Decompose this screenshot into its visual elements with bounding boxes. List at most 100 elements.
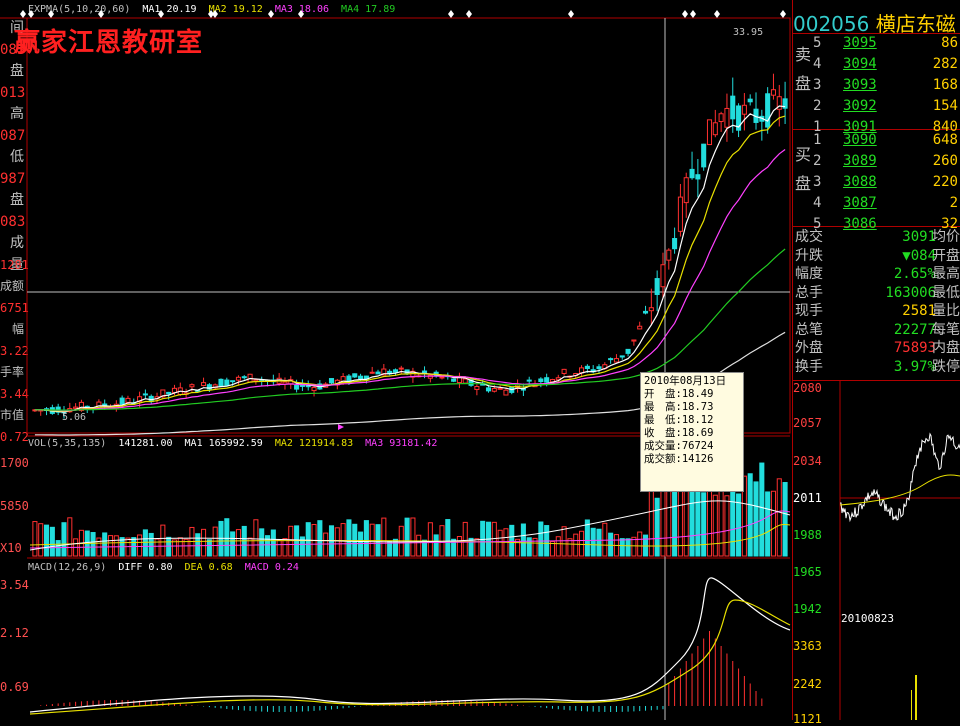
diff-line — [29, 577, 791, 713]
volume-bar — [526, 537, 532, 557]
stat-key: 成交 — [795, 229, 823, 245]
volume-bar — [701, 492, 707, 557]
ask-volume: 168 — [932, 77, 958, 93]
bid-book: 1 3090 648 2 3089 260 3 3088 220 4 3087 2 5 3086 32 — [793, 130, 960, 235]
ask-row[interactable]: 3 3093 168 — [793, 75, 960, 96]
candle-body — [294, 385, 300, 390]
ask-price: 3095 — [843, 35, 877, 51]
candle-body — [747, 98, 753, 103]
stat-row: 总笔 22277 每笔 — [793, 321, 960, 340]
signal-diamond-icon — [20, 10, 26, 18]
intraday-volume-bar — [915, 675, 917, 720]
candle-body — [311, 386, 317, 392]
diff-label: DIFF 0.80 — [118, 562, 173, 573]
volume-bar — [270, 529, 276, 557]
intraday-axis-3: 2034 — [793, 454, 822, 468]
volume-bar — [695, 489, 701, 557]
volume-bar — [288, 525, 294, 557]
candle-body — [724, 107, 730, 128]
stat-value: ▼084 — [902, 247, 936, 264]
main-chart-area[interactable] — [0, 0, 793, 720]
bid-row[interactable]: 4 3087 2 — [793, 193, 960, 214]
candle-body — [613, 358, 619, 363]
candle-body — [503, 389, 509, 396]
tooltip-close: 收 盘:18.69 — [644, 427, 714, 439]
vol-axis-unit: X10 — [0, 541, 22, 555]
candle-body — [584, 365, 590, 369]
volume-bar — [224, 518, 230, 557]
ask-volume: 86 — [941, 35, 958, 51]
volume-bar — [561, 526, 567, 557]
candle-body — [125, 397, 131, 403]
bid-price: 3089 — [843, 153, 877, 169]
candle-body — [631, 339, 637, 342]
bid-row[interactable]: 2 3089 260 — [793, 151, 960, 172]
stat-row: 换手 3.97% 跌停 — [793, 358, 960, 377]
candle-body — [544, 377, 550, 383]
candle-body — [596, 366, 602, 370]
bid-volume: 260 — [932, 153, 958, 169]
candle-body — [358, 375, 364, 380]
tooltip-date: 2010年08月13日 — [644, 375, 727, 387]
intraday-panel[interactable]: 2080 2057 2034 2011 1988 1965 1942 3363 … — [793, 380, 960, 726]
macd-label: MACD(12,26,9) — [28, 562, 107, 573]
candle-body — [526, 379, 532, 382]
stat-row: 外盘 75893 内盘 — [793, 339, 960, 358]
volume-bar — [468, 537, 474, 557]
macd-axis-low: 0.69 — [0, 680, 29, 694]
stat-key: 换手 — [795, 358, 823, 375]
stat-key2: 均价 — [932, 229, 960, 245]
macd-value-label: MACD 0.24 — [244, 562, 299, 573]
volume-bar — [677, 482, 683, 557]
volume-bar — [201, 528, 207, 557]
stat-row: 升跌 ▼084 开盘 — [793, 247, 960, 266]
bid-level: 4 — [813, 195, 822, 211]
tooltip-amount: 成交额:14126 — [644, 453, 714, 465]
signal-diamond-icon — [448, 10, 454, 18]
signal-diamond-icon — [48, 10, 54, 18]
ask-row[interactable]: 5 3095 86 — [793, 33, 960, 54]
intraday-axis-7: 1942 — [793, 602, 822, 616]
intraday-axis-9: 2242 — [793, 677, 822, 691]
candle-body — [666, 249, 672, 261]
intraday-date: 20100823 — [841, 612, 894, 625]
stat-key: 总笔 — [795, 321, 823, 338]
stat-row: 现手 2581 量比 — [793, 302, 960, 321]
intraday-volume-bar — [911, 690, 912, 720]
candle-body — [677, 196, 683, 232]
signal-diamond-icon — [682, 10, 688, 18]
volume-bar — [346, 519, 352, 557]
volume-bar — [625, 538, 631, 557]
volume-bar — [747, 473, 753, 557]
candle-body — [218, 378, 224, 387]
intraday-axis-4: 2011 — [793, 491, 822, 505]
ask-row[interactable]: 4 3094 282 — [793, 54, 960, 75]
intraday-avg-line — [839, 474, 960, 506]
bid-row[interactable]: 1 3090 648 — [793, 130, 960, 151]
volume-bar — [433, 534, 439, 557]
signal-diamond-icon — [298, 10, 304, 18]
candle-body — [462, 378, 468, 384]
candle-body — [770, 89, 776, 96]
candle-body — [224, 379, 230, 386]
stat-key: 升跌 — [795, 247, 823, 264]
volume-bar — [596, 528, 602, 557]
vol-ma3: MA3 93181.42 — [365, 438, 438, 449]
stats-table: 成交 3091 均价 升跌 ▼084 开盘 幅度 2.65% 最高 总手 163006 最低 现手 258… — [793, 228, 960, 376]
bid-row[interactable]: 3 3088 220 — [793, 172, 960, 193]
candle-body — [625, 348, 631, 354]
stat-key: 外盘 — [795, 340, 823, 356]
stat-key2: 最低 — [932, 284, 960, 301]
intraday-axis-8: 3363 — [793, 639, 822, 653]
ask-row[interactable]: 2 3092 154 — [793, 96, 960, 117]
volume-bar — [102, 532, 108, 557]
signal-diamond-icon — [568, 10, 574, 18]
bid-price: 3090 — [843, 132, 877, 148]
volume-bar — [427, 522, 433, 557]
volume-bar — [230, 531, 236, 557]
candle-body — [683, 177, 689, 204]
candle-body — [241, 376, 247, 379]
volume-bar — [387, 540, 393, 557]
intraday-chart[interactable] — [793, 380, 960, 720]
ask-level: 3 — [813, 77, 822, 93]
